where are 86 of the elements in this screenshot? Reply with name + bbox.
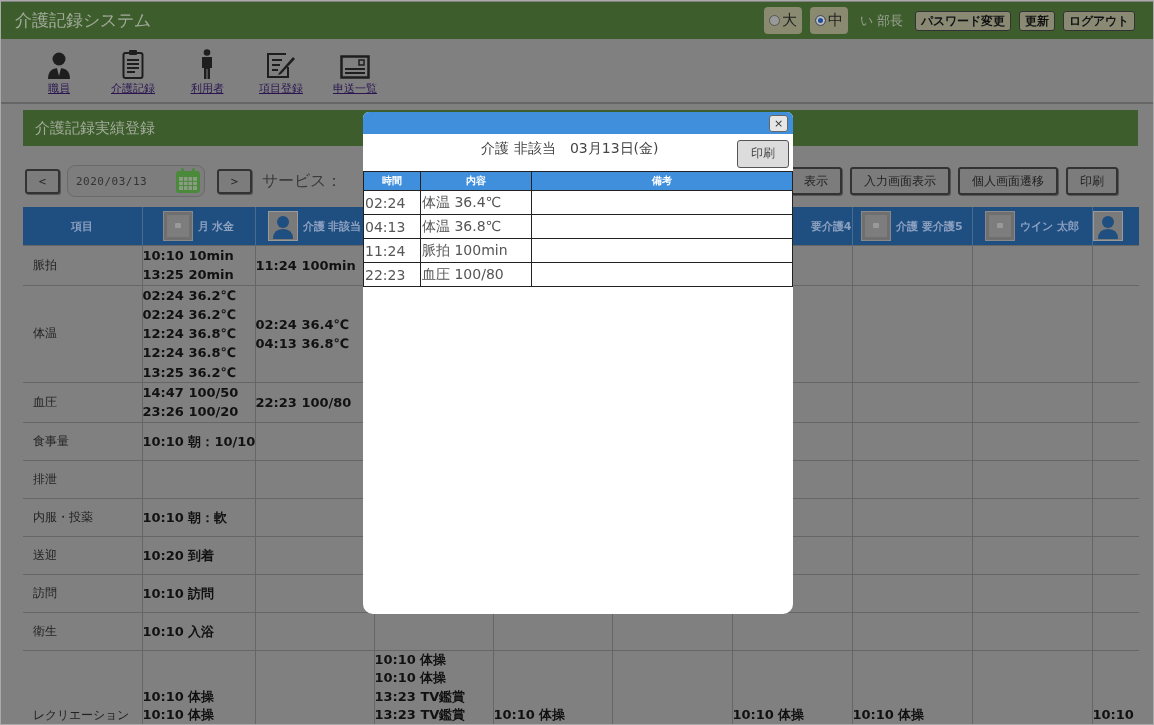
nav-link[interactable]: 職員 <box>48 82 70 96</box>
font-size-radio[interactable]: 大 <box>763 7 802 34</box>
record-entry: 02:24 36.4℃ <box>255 315 351 334</box>
item-label: 血圧 <box>23 382 142 423</box>
column-header: 備考 <box>531 171 793 191</box>
item-label: 脈拍 <box>23 245 142 286</box>
toolbar-button[interactable]: 個人画面遷移 <box>958 167 1058 195</box>
previous-button[interactable]: < <box>25 168 60 194</box>
record-entry: 10:10 体操 <box>493 706 567 724</box>
staff-icon <box>47 51 71 79</box>
header-button[interactable]: ログアウト <box>1063 10 1135 31</box>
toolbar-button[interactable]: 印刷 <box>1066 167 1118 195</box>
no-image-icon <box>985 211 1016 241</box>
content-cell: 体温 36.8℃ <box>420 214 532 239</box>
record-entry: 10:20 到着 <box>142 546 216 565</box>
app-title: 介護記録システム <box>15 9 152 32</box>
item-label: 排泄 <box>23 460 142 499</box>
record-entry: 10:10 <box>1092 706 1135 724</box>
toolbar-button[interactable]: 表示 <box>790 167 842 195</box>
column-header: 介護 非該当 <box>302 218 362 234</box>
time-cell: 11:24 <box>363 238 421 263</box>
column-header: 内容 <box>420 171 532 191</box>
content-cell: 体温 36.4℃ <box>420 190 532 215</box>
record-entry: 10:10 体操 <box>142 706 216 724</box>
record-entry: 10:10 体操 <box>852 706 926 724</box>
content-cell: 脈拍 100min <box>420 238 532 263</box>
record-entry: 04:13 36.8℃ <box>255 334 351 353</box>
nav-link[interactable]: 申送一覧 <box>333 82 377 96</box>
person-icon <box>201 49 213 79</box>
record-entry: 13:23 TV鑑賞 <box>374 706 467 724</box>
record-entry: 10:10 体操 <box>142 687 216 706</box>
clipboard-icon <box>122 49 144 79</box>
record-entry: 12:24 36.8℃ <box>142 325 238 344</box>
record-entry: 22:23 100/80 <box>255 393 353 412</box>
column-header: 項目 <box>71 218 94 234</box>
item-label: 内服・投薬 <box>23 498 142 537</box>
nav-link[interactable]: 利用者 <box>190 82 224 96</box>
record-entry: 14:47 100/50 <box>142 384 240 403</box>
record-entry: 10:10 朝：軟 <box>142 508 229 527</box>
content-cell: 血圧 100/80 <box>420 262 532 287</box>
item-label: 送迎 <box>23 536 142 575</box>
record-entry: 10:10 朝：10/10 <box>142 432 254 451</box>
record-entry: 10:10 体操 <box>374 669 448 688</box>
record-entry: 10:10 10min <box>142 247 235 265</box>
nav-link[interactable]: 項目登録 <box>259 82 303 96</box>
no-image-icon <box>162 211 193 241</box>
calendar-icon[interactable] <box>174 167 202 195</box>
item-label: 訪問 <box>23 574 142 613</box>
avatar-icon <box>267 211 298 241</box>
record-entry: 13:25 20min <box>142 266 235 285</box>
column-header: 介護 要介護5 <box>896 218 963 234</box>
close-button[interactable]: × <box>769 114 788 132</box>
nav-link[interactable]: 介護記録 <box>111 82 155 96</box>
header-button[interactable]: 更新 <box>1019 10 1055 31</box>
item-label: 体温 <box>23 285 142 383</box>
record-entry: 10:10 体操 <box>732 706 806 724</box>
toolbar-button[interactable]: 入力画面表示 <box>850 167 950 195</box>
column-header: 要介護4 <box>810 218 851 234</box>
date-field[interactable]: 2020/03/13 <box>67 165 205 197</box>
record-entry: 10:10 体操 <box>374 651 448 669</box>
column-header: 時間 <box>363 171 421 191</box>
card-icon <box>340 55 370 79</box>
column-header: ウイン 太郎 <box>1020 218 1079 234</box>
record-entry: 02:24 36.2℃ <box>142 286 238 305</box>
record-entry: 13:25 36.2℃ <box>142 363 238 382</box>
record-entry: 10:10 訪問 <box>142 584 216 603</box>
item-label: 衛生 <box>23 612 142 651</box>
time-cell: 04:13 <box>363 214 421 239</box>
record-entry: 10:10 入浴 <box>142 622 216 641</box>
record-entry: 12:24 36.8℃ <box>142 344 238 363</box>
column-header: 月 水金 <box>197 218 235 234</box>
record-entry: 11:24 100min <box>255 256 357 275</box>
service-label: サービス： <box>262 170 342 192</box>
no-image-icon <box>861 211 892 241</box>
header-button[interactable]: パスワード変更 <box>915 10 1011 31</box>
time-cell: 02:24 <box>363 190 421 215</box>
next-button[interactable]: > <box>217 168 252 194</box>
time-cell: 22:23 <box>363 262 421 287</box>
record-entry: 13:23 TV鑑賞 <box>374 687 467 706</box>
record-entry: 23:26 100/20 <box>142 403 240 422</box>
font-size-radio[interactable]: 中 <box>809 7 848 34</box>
note-pen-icon <box>266 51 296 79</box>
record-entry: 02:24 36.2℃ <box>142 305 238 324</box>
item-label: 食事量 <box>23 422 142 461</box>
print-button[interactable]: 印刷 <box>737 139 789 168</box>
user-name: い 部長 <box>859 11 903 30</box>
